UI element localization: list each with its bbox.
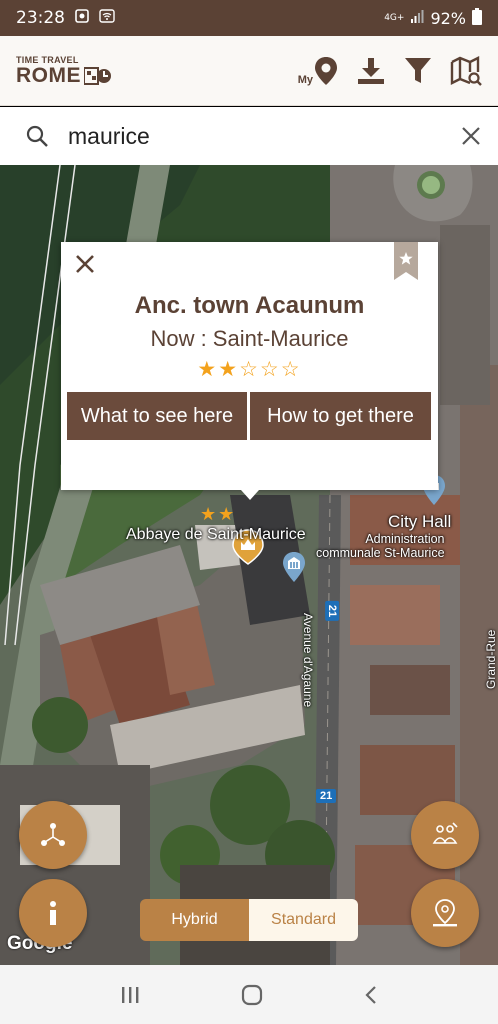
notification-icon: [75, 8, 89, 28]
my-location-button[interactable]: My: [298, 56, 338, 86]
map-location-icon: [433, 899, 457, 927]
grand-rue-label: Grand-Rue: [484, 629, 498, 689]
info-fab[interactable]: [19, 879, 87, 947]
star-filled-icon: ★: [218, 358, 240, 381]
star-empty-icon: ☆: [239, 358, 260, 381]
clear-search-icon[interactable]: [462, 127, 480, 145]
tour-guide-fab[interactable]: [411, 801, 479, 869]
popup-title: Anc. town Acaunum: [134, 292, 365, 319]
home-icon[interactable]: [241, 984, 263, 1006]
filter-icon: [405, 57, 431, 83]
what-to-see-button[interactable]: What to see here: [67, 392, 247, 440]
bookmark-icon[interactable]: [394, 242, 418, 280]
status-time: 23:28: [16, 8, 65, 28]
admin-label: Administration communale St-Maurice: [316, 532, 445, 560]
road-shield-21-vertical: 21: [325, 600, 340, 622]
marker-rating: ★★: [200, 504, 237, 524]
close-popup-icon[interactable]: [75, 254, 95, 274]
nearby-icon: [41, 823, 65, 846]
city-hall-label: City Hall: [388, 512, 452, 531]
back-icon[interactable]: [364, 985, 378, 1005]
search-icon: [26, 125, 48, 147]
wifi-icon: [99, 8, 115, 28]
star-filled-icon: ★: [197, 358, 219, 381]
hybrid-toggle[interactable]: Hybrid: [140, 899, 249, 941]
map-search-icon: [450, 55, 482, 86]
nearby-fab[interactable]: [19, 801, 87, 869]
map-search-button[interactable]: [450, 55, 482, 86]
logo-bottom-text: ROME: [16, 64, 81, 87]
star-empty-icon: ☆: [280, 358, 302, 381]
system-nav-bar: [0, 965, 498, 1024]
popup-now: Now : Saint-Maurice: [150, 326, 349, 351]
museum-pin-icon[interactable]: [282, 551, 306, 583]
search-input[interactable]: [68, 122, 428, 150]
place-popup: Anc. town Acaunum Now : Saint-Maurice ★★…: [61, 242, 438, 500]
download-button[interactable]: [356, 56, 386, 86]
admin-line-1: Administration: [365, 532, 445, 546]
road-shield-21: 21: [316, 789, 337, 803]
battery-percent: 92%: [430, 8, 466, 28]
signal-icon: [410, 9, 424, 28]
my-label: My: [297, 73, 313, 86]
download-icon: [358, 57, 384, 84]
filter-button[interactable]: [404, 56, 432, 86]
popup-rating: ★★☆☆☆: [61, 357, 438, 382]
network-type: 4G+: [384, 12, 405, 23]
logo-mark-icon: [84, 66, 111, 85]
tour-guide-icon: [432, 822, 458, 844]
admin-line-2: communale St-Maurice: [316, 546, 445, 560]
app-logo: TIME TRAVEL ROME: [16, 55, 112, 86]
how-to-get-there-button[interactable]: How to get there: [250, 392, 431, 440]
search-bar: [0, 107, 498, 165]
map-type-toggle: Hybrid Standard: [140, 899, 358, 941]
standard-toggle[interactable]: Standard: [249, 899, 358, 941]
battery-icon: [472, 7, 482, 29]
avenue-label: Avenue d'Agaune: [301, 613, 315, 708]
location-fab[interactable]: [411, 879, 479, 947]
my-location-icon: [315, 56, 337, 85]
info-icon: [50, 901, 56, 925]
status-bar: 23:28 4G+ 92%: [0, 0, 498, 36]
recent-apps-icon[interactable]: [120, 985, 140, 1005]
app-header: TIME TRAVEL ROME My: [0, 36, 498, 106]
abbey-label: Abbaye de Saint-Maurice: [126, 526, 306, 543]
star-empty-icon: ☆: [259, 358, 281, 381]
